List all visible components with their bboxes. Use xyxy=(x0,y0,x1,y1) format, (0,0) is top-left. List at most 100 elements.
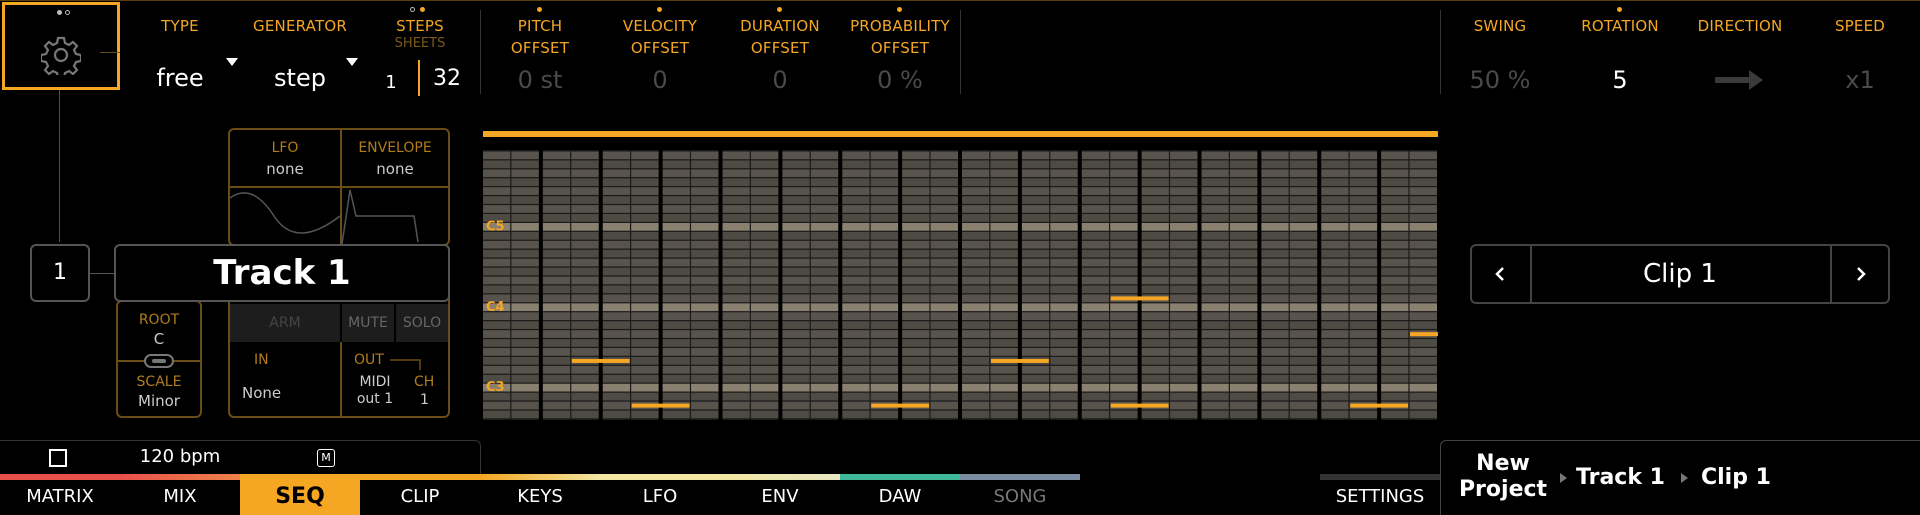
grid-cell[interactable] xyxy=(1409,303,1439,312)
grid-cell[interactable] xyxy=(1379,169,1409,178)
grid-cell[interactable] xyxy=(1259,285,1289,294)
grid-cell[interactable] xyxy=(1200,267,1229,276)
grid-cell[interactable] xyxy=(750,312,780,321)
grid-cell[interactable] xyxy=(780,169,810,178)
grid-cell[interactable] xyxy=(571,222,601,231)
grid-cell[interactable] xyxy=(1200,401,1229,410)
grid-cell[interactable] xyxy=(960,330,990,338)
grid-cell[interactable] xyxy=(721,339,750,347)
grid-cell[interactable] xyxy=(1379,249,1409,258)
grid-cell[interactable] xyxy=(840,330,870,338)
grid-cell[interactable] xyxy=(930,303,960,312)
grid-cell[interactable] xyxy=(1379,392,1409,401)
grid-cell[interactable] xyxy=(810,231,840,240)
grid-cell[interactable] xyxy=(900,169,930,178)
grid-cell[interactable] xyxy=(870,312,900,321)
grid-cell[interactable] xyxy=(1050,249,1080,258)
grid-cell[interactable] xyxy=(750,356,780,365)
grid-cell[interactable] xyxy=(691,160,720,169)
grid-cell[interactable] xyxy=(1379,356,1409,365)
grid-cell[interactable] xyxy=(1229,151,1259,160)
grid-cell[interactable] xyxy=(691,178,720,187)
grid-cell[interactable] xyxy=(1110,374,1139,383)
grid-cell[interactable] xyxy=(691,356,720,365)
grid-cell[interactable] xyxy=(870,276,900,285)
grid-cell[interactable] xyxy=(780,160,810,169)
arrow-right-icon[interactable] xyxy=(1715,68,1765,92)
grid-cell[interactable] xyxy=(1200,330,1229,338)
grid-cell[interactable] xyxy=(691,348,720,356)
grid-cell[interactable] xyxy=(1140,231,1169,240)
grid-cell[interactable] xyxy=(1080,276,1109,285)
grid-cell[interactable] xyxy=(870,258,900,267)
grid-cell[interactable] xyxy=(930,339,960,347)
grid-cell[interactable] xyxy=(1170,312,1199,321)
grid-cell[interactable] xyxy=(780,330,810,338)
grid-cell[interactable] xyxy=(750,231,780,240)
grid-cell[interactable] xyxy=(1080,285,1109,294)
grid-cell[interactable] xyxy=(661,258,690,267)
grid-cell[interactable] xyxy=(1050,169,1080,178)
grid-cell[interactable] xyxy=(661,222,690,231)
grid-cell[interactable] xyxy=(1080,321,1109,329)
grid-cell[interactable] xyxy=(1229,276,1259,285)
grid-cell[interactable] xyxy=(691,401,720,410)
grid-cell[interactable] xyxy=(1349,365,1379,374)
grid-cell[interactable] xyxy=(900,178,930,187)
grid-cell[interactable] xyxy=(750,240,780,249)
grid-cell[interactable] xyxy=(900,151,930,160)
grid-cell[interactable] xyxy=(1229,169,1259,178)
grid-cell[interactable] xyxy=(1110,222,1139,231)
grid-cell[interactable] xyxy=(511,410,541,419)
grid-cell[interactable] xyxy=(601,392,630,401)
grid-cell[interactable] xyxy=(571,330,601,338)
grid-cell[interactable] xyxy=(1259,267,1289,276)
grid-cell[interactable] xyxy=(1409,222,1439,231)
grid-cell[interactable] xyxy=(511,276,541,285)
grid-cell[interactable] xyxy=(571,365,601,374)
grid-cell[interactable] xyxy=(1289,303,1319,312)
grid-cell[interactable] xyxy=(960,151,990,160)
grid-cell[interactable] xyxy=(481,285,511,294)
grid-cell[interactable] xyxy=(1259,383,1289,392)
grid-cell[interactable] xyxy=(631,339,660,347)
grid-cell[interactable] xyxy=(1409,294,1439,303)
grid-cell[interactable] xyxy=(990,205,1020,213)
grid-cell[interactable] xyxy=(481,169,511,178)
grid-cell[interactable] xyxy=(1140,178,1169,187)
grid-cell[interactable] xyxy=(1229,285,1259,294)
grid-cell[interactable] xyxy=(1319,231,1349,240)
grid-cell[interactable] xyxy=(930,196,960,204)
grid-cell[interactable] xyxy=(571,258,601,267)
grid-cell[interactable] xyxy=(541,303,571,312)
grid-cell[interactable] xyxy=(541,178,571,187)
grid-cell[interactable] xyxy=(930,222,960,231)
grid-cell[interactable] xyxy=(930,348,960,356)
grid-cell[interactable] xyxy=(1379,330,1409,338)
grid-cell[interactable] xyxy=(721,214,750,222)
grid-cell[interactable] xyxy=(1110,214,1139,222)
grid-cell[interactable] xyxy=(481,249,511,258)
grid-cell[interactable] xyxy=(870,231,900,240)
grid-cell[interactable] xyxy=(1229,178,1259,187)
grid-cell[interactable] xyxy=(721,196,750,204)
grid-cell[interactable] xyxy=(691,383,720,392)
grid-cell[interactable] xyxy=(631,303,660,312)
grid-cell[interactable] xyxy=(571,169,601,178)
grid-cell[interactable] xyxy=(1020,383,1050,392)
grid-cell[interactable] xyxy=(990,196,1020,204)
grid-cell[interactable] xyxy=(1379,160,1409,169)
grid-cell[interactable] xyxy=(1050,187,1080,195)
grid-cell[interactable] xyxy=(780,303,810,312)
grid-cell[interactable] xyxy=(721,321,750,329)
grid-cell[interactable] xyxy=(1110,205,1139,213)
grid-cell[interactable] xyxy=(721,303,750,312)
grid-cell[interactable] xyxy=(601,267,630,276)
grid-cell[interactable] xyxy=(691,285,720,294)
grid-cell[interactable] xyxy=(571,392,601,401)
grid-cell[interactable] xyxy=(1020,178,1050,187)
tab-mix[interactable]: MIX xyxy=(120,478,240,515)
grid-cell[interactable] xyxy=(1259,205,1289,213)
grid-cell[interactable] xyxy=(541,231,571,240)
grid-cell[interactable] xyxy=(1170,258,1199,267)
